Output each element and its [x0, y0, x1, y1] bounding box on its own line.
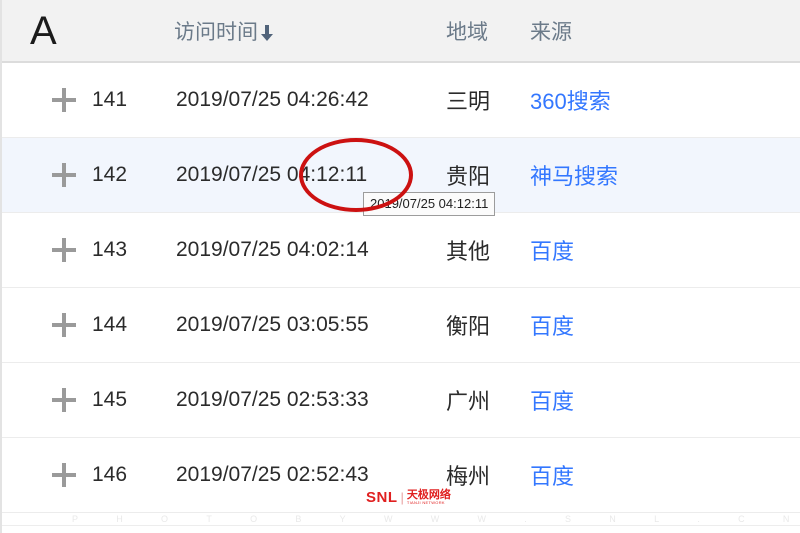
plus-icon[interactable]	[52, 312, 76, 337]
plus-icon[interactable]	[52, 387, 76, 412]
row-source-cell: 神马搜索	[522, 137, 800, 213]
row-visit-time: 2019/07/25 04:26:42	[174, 62, 446, 138]
visit-log-table: A 访问时间 地域 来源 141 2019/07/25 04:26:42 三明 …	[2, 0, 800, 513]
table-row[interactable]: 141 2019/07/25 04:26:42 三明 360搜索	[2, 62, 800, 138]
column-header-a: A	[2, 0, 92, 63]
browser-page: A 访问时间 地域 来源 141 2019/07/25 04:26:42 三明 …	[0, 0, 800, 533]
row-id: 146	[92, 437, 174, 513]
timestamp-tooltip: 2019/07/25 04:12:11	[363, 192, 496, 216]
expand-row-cell[interactable]	[2, 287, 92, 363]
row-id: 142	[92, 137, 174, 213]
plus-icon[interactable]	[52, 237, 76, 262]
row-source-link[interactable]: 百度	[530, 389, 574, 414]
watermark-letter: C	[738, 514, 746, 524]
watermark-letter: P	[72, 514, 79, 524]
expand-row-cell[interactable]	[2, 362, 92, 438]
column-header-source[interactable]: 来源	[522, 0, 800, 63]
plus-icon[interactable]	[52, 87, 76, 112]
row-region: 广州	[446, 362, 522, 438]
row-id: 141	[92, 62, 174, 138]
watermark-letter: H	[116, 514, 124, 524]
table-row[interactable]: 143 2019/07/25 04:02:14 其他 百度	[2, 212, 800, 288]
plus-icon[interactable]	[52, 462, 76, 487]
column-header-region[interactable]: 地域	[446, 0, 522, 63]
expand-row-cell[interactable]	[2, 62, 92, 138]
row-region: 三明	[446, 62, 522, 138]
watermark-letter: W	[383, 514, 393, 524]
watermark-letter: .	[697, 514, 701, 524]
watermark-bottom-text: P H O T O B Y W W W. S N L. C N	[72, 514, 790, 524]
row-source-link[interactable]: 神马搜索	[530, 164, 618, 189]
expand-row-cell[interactable]	[2, 212, 92, 288]
watermark-letter: S	[565, 514, 572, 524]
watermark-letter: N	[609, 514, 617, 524]
row-visit-time: 2019/07/25 02:52:43	[174, 437, 446, 513]
row-id: 145	[92, 362, 174, 438]
column-header-spacer	[92, 0, 174, 63]
watermark-letter: Y	[339, 514, 347, 524]
row-id: 144	[92, 287, 174, 363]
row-region: 其他	[446, 212, 522, 288]
column-header-visit-time-label: 访问时间	[174, 20, 258, 44]
row-source-link[interactable]: 360搜索	[530, 89, 611, 114]
column-header-visit-time[interactable]: 访问时间	[174, 0, 446, 63]
row-visit-time: 2019/07/25 03:05:55	[174, 287, 446, 363]
bottom-divider	[2, 525, 800, 526]
row-source-link[interactable]: 百度	[530, 239, 574, 264]
watermark-letter: N	[782, 514, 790, 524]
table-row[interactable]: 146 2019/07/25 02:52:43 梅州 百度	[2, 437, 800, 513]
table-header-row: A 访问时间 地域 来源	[2, 0, 800, 63]
watermark-letter: O	[161, 514, 169, 524]
row-source-link[interactable]: 百度	[530, 314, 574, 339]
watermark-letter: W	[477, 514, 487, 524]
row-source-cell: 百度	[522, 212, 800, 288]
row-region: 衡阳	[446, 287, 522, 363]
row-region: 梅州	[446, 437, 522, 513]
watermark-letter: O	[250, 514, 258, 524]
table-head: A 访问时间 地域 来源	[2, 0, 800, 63]
table-body: 141 2019/07/25 04:26:42 三明 360搜索 142 2019/07/…	[2, 62, 800, 513]
row-id: 143	[92, 212, 174, 288]
expand-row-cell[interactable]	[2, 137, 92, 213]
table-row[interactable]: 145 2019/07/25 02:53:33 广州 百度	[2, 362, 800, 438]
table-row[interactable]: 144 2019/07/25 03:05:55 衡阳 百度	[2, 287, 800, 363]
row-visit-time: 2019/07/25 02:53:33	[174, 362, 446, 438]
plus-icon[interactable]	[52, 162, 76, 187]
row-source-cell: 百度	[522, 362, 800, 438]
watermark-letter: W	[430, 514, 440, 524]
watermark-letter: T	[206, 514, 213, 524]
row-source-cell: 百度	[522, 437, 800, 513]
row-source-link[interactable]: 百度	[530, 464, 574, 489]
row-source-cell: 百度	[522, 287, 800, 363]
watermark-letter: .	[524, 514, 528, 524]
watermark-letter: B	[295, 514, 302, 524]
row-source-cell: 360搜索	[522, 62, 800, 138]
expand-row-cell[interactable]	[2, 437, 92, 513]
row-visit-time: 2019/07/25 04:02:14	[174, 212, 446, 288]
arrow-down-icon[interactable]	[259, 23, 275, 43]
watermark-letter: L	[654, 514, 660, 524]
